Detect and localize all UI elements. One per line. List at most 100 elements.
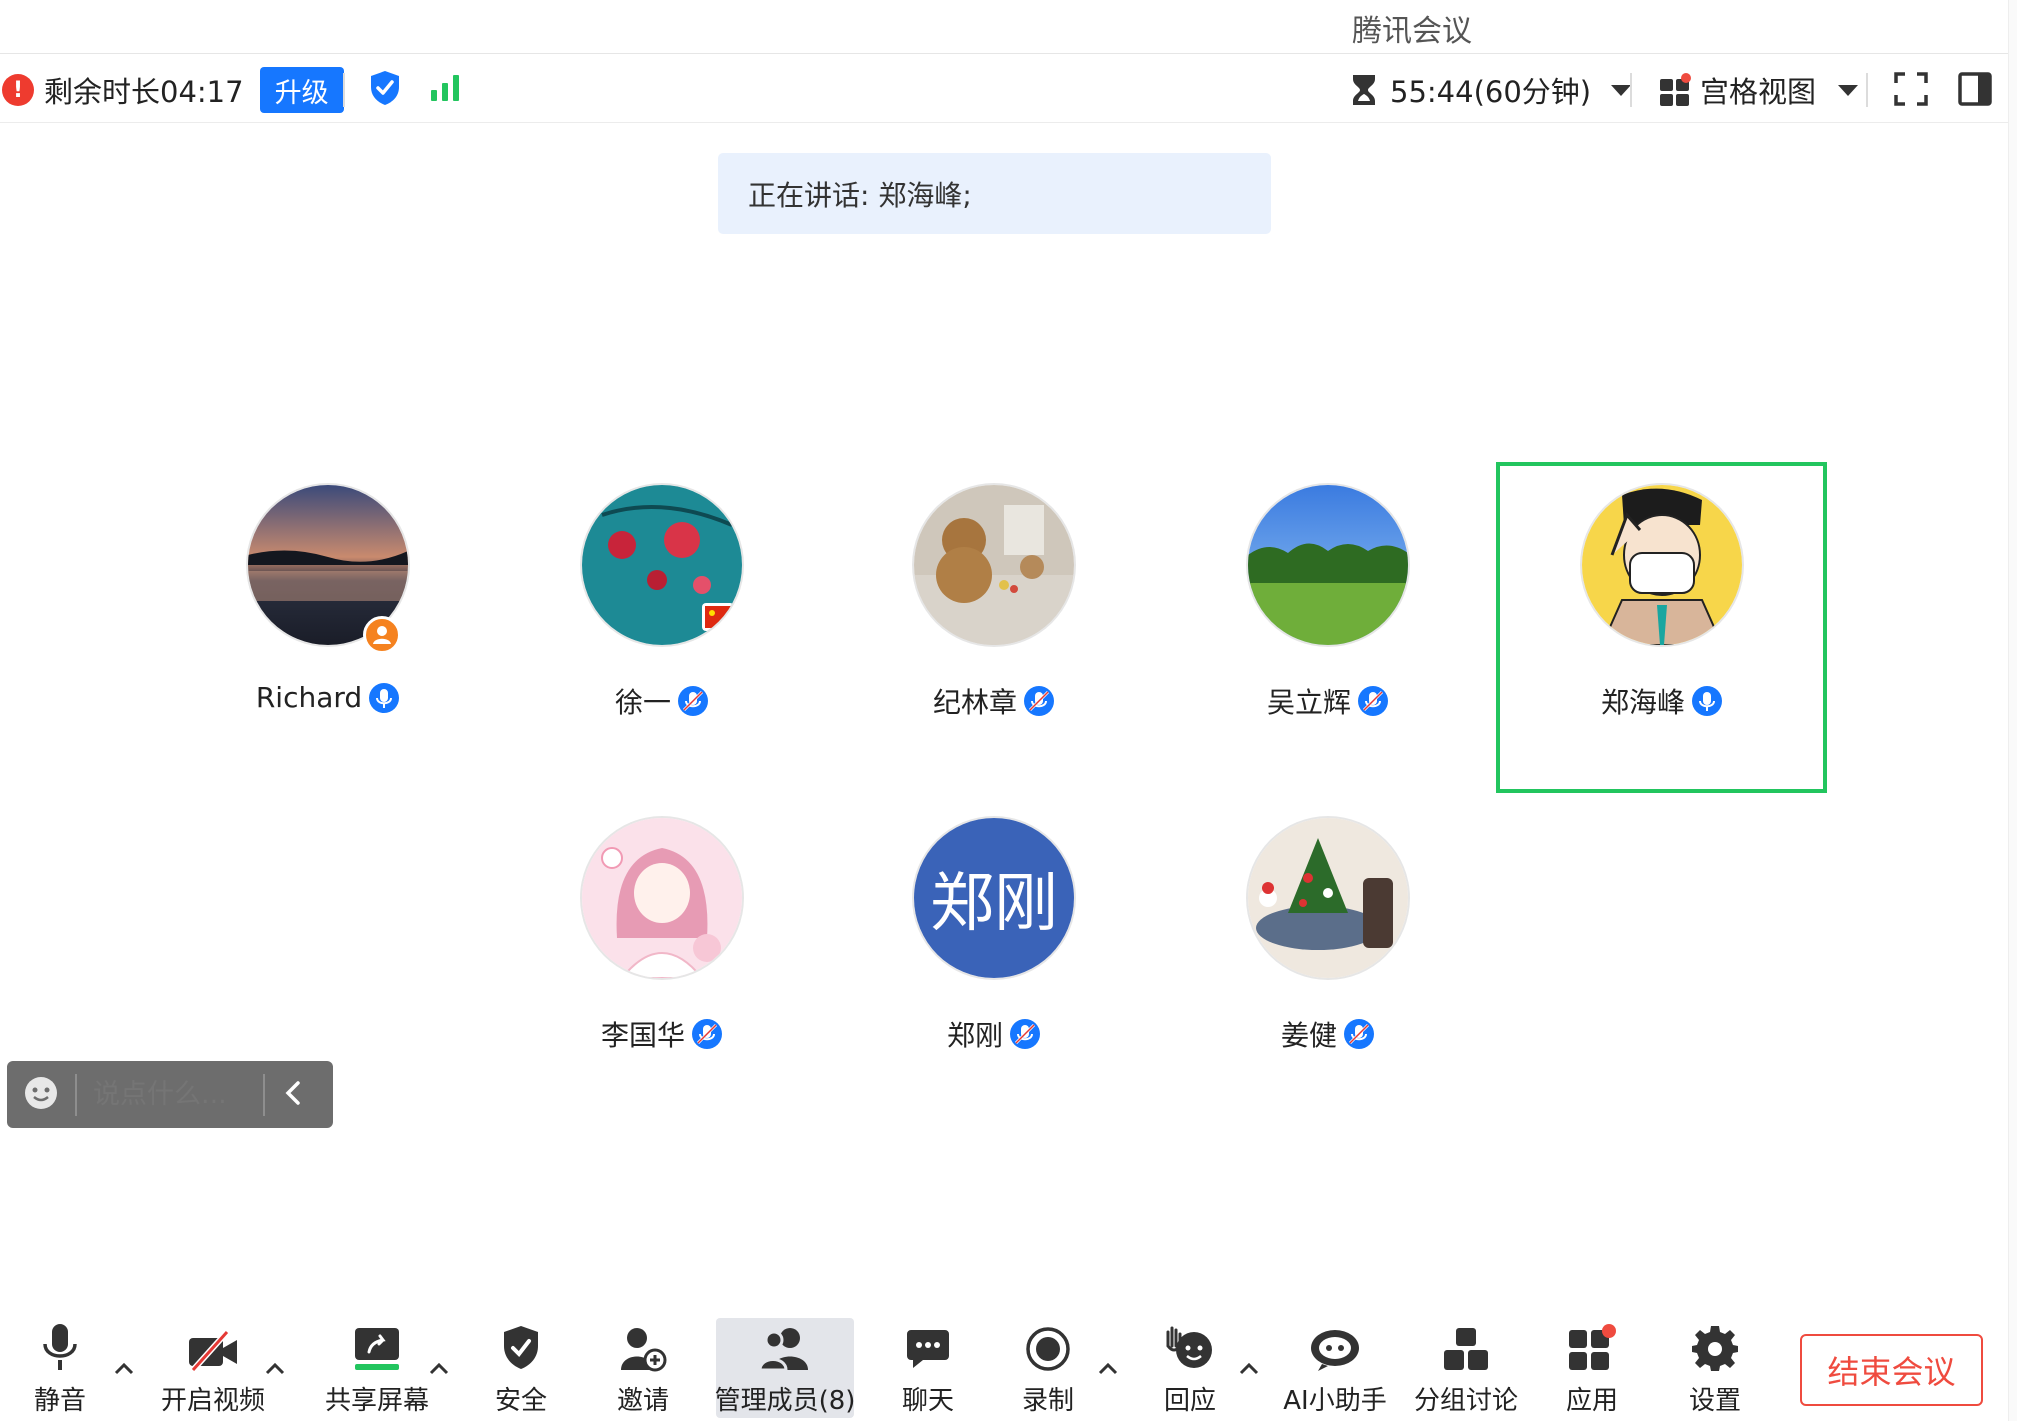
upgrade-button[interactable]: 升级 [259, 67, 344, 113]
meeting-timer[interactable]: 55:44(60分钟) [1350, 67, 1632, 113]
ai-assistant-button[interactable]: AI小助手 [1283, 1318, 1387, 1418]
breakout-rooms-icon [1442, 1318, 1490, 1372]
host-badge-icon [363, 616, 401, 654]
apps-label: 应用 [1565, 1386, 1618, 1416]
apps-button[interactable]: 应用 [1561, 1318, 1623, 1418]
divider [75, 1073, 77, 1116]
video-label: 开启视频 [160, 1386, 265, 1416]
remaining-time-text: 剩余时长04:17 [44, 75, 244, 109]
apps-grid-icon [1567, 1318, 1617, 1372]
meeting-toolbar: ! 剩余时长04:17 升级 55:44(60分钟) 宫格视图 [0, 55, 2017, 123]
chat-bubble-icon [905, 1318, 951, 1372]
react-label: 回应 [1163, 1386, 1216, 1416]
view-mode-dropdown[interactable]: 宫格视图 [1658, 67, 1859, 113]
divider [1866, 73, 1868, 107]
microphone-icon [40, 1318, 80, 1372]
participant-tile[interactable]: 徐一 [497, 463, 827, 793]
mute-label: 静音 [33, 1386, 86, 1416]
app-title: 腾讯会议 [1352, 14, 1472, 49]
chevron-up-icon[interactable] [1238, 1360, 1260, 1376]
breakout-rooms-button[interactable]: 分组讨论 [1414, 1318, 1518, 1418]
chevron-up-icon[interactable] [264, 1360, 286, 1376]
participant-tile[interactable]: 李国华 [497, 796, 827, 1126]
ai-label: AI小助手 [1283, 1386, 1387, 1416]
participant-name: 姜健 [1280, 1019, 1337, 1052]
start-video-button[interactable]: 开启视频 [158, 1318, 268, 1418]
timer-text: 55:44(60分钟) [1390, 75, 1592, 109]
divider [1630, 73, 1632, 107]
participant-tile[interactable]: 纪林章 [829, 463, 1159, 793]
share-label: 共享屏幕 [324, 1386, 429, 1416]
chat-button[interactable]: 聊天 [897, 1318, 959, 1418]
mic-muted-icon [1024, 686, 1054, 716]
mic-active-icon [369, 682, 400, 713]
settings-label: 设置 [1688, 1386, 1741, 1416]
chevron-down-icon [1611, 84, 1632, 96]
chat-input[interactable] [93, 1079, 263, 1110]
mic-active-icon [1692, 686, 1722, 716]
manage-members-button[interactable]: 管理成员(8) [714, 1318, 856, 1418]
title-bar: 腾讯会议 [0, 0, 2017, 54]
record-icon [1025, 1318, 1071, 1372]
shield-icon [501, 1318, 541, 1372]
security-button[interactable]: 安全 [490, 1318, 552, 1418]
participant-tile[interactable]: Richard [163, 463, 493, 793]
participant-name: 郑刚 [946, 1019, 1003, 1052]
chevron-up-icon[interactable] [428, 1360, 450, 1376]
end-meeting-button[interactable]: 结束会议 [1800, 1334, 1983, 1406]
mic-muted-icon [678, 686, 708, 716]
avatar [914, 485, 1074, 645]
sidebar-toggle-icon[interactable] [1957, 71, 1993, 111]
video-off-icon [187, 1318, 239, 1372]
ai-assistant-icon [1308, 1318, 1362, 1372]
hand-emoji-icon [1164, 1318, 1216, 1372]
chevron-down-icon [1838, 84, 1859, 96]
gear-icon [1691, 1318, 1739, 1372]
chevron-up-icon[interactable] [1097, 1360, 1119, 1376]
chevron-left-icon[interactable] [283, 1079, 305, 1111]
chevron-up-icon[interactable] [113, 1360, 135, 1376]
participant-name: 李国华 [600, 1019, 685, 1052]
participant-name: Richard [255, 681, 363, 714]
react-button[interactable]: 回应 [1159, 1318, 1221, 1418]
mic-muted-icon [692, 1019, 722, 1049]
participant-name: 纪林章 [932, 686, 1017, 719]
members-icon [758, 1318, 812, 1372]
avatar [582, 485, 742, 645]
participant-name: 徐一 [614, 686, 671, 719]
window-edge [2008, 0, 2017, 1421]
invite-label: 邀请 [616, 1386, 669, 1416]
mic-muted-icon [1358, 686, 1388, 716]
info-icon: ! [2, 74, 34, 106]
invite-button[interactable]: 邀请 [612, 1318, 674, 1418]
network-signal-icon[interactable] [430, 73, 462, 107]
share-screen-button[interactable]: 共享屏幕 [322, 1318, 432, 1418]
members-label: 管理成员(8) [714, 1386, 856, 1416]
avatar: 郑刚 [914, 818, 1074, 978]
breakout-label: 分组讨论 [1414, 1386, 1519, 1416]
settings-button[interactable]: 设置 [1684, 1318, 1746, 1418]
divider [263, 1073, 265, 1116]
chat-label: 聊天 [901, 1386, 954, 1416]
mic-muted-icon [1010, 1019, 1040, 1049]
record-button[interactable]: 录制 [1017, 1318, 1079, 1418]
mute-button[interactable]: 静音 [28, 1318, 92, 1418]
participant-tile[interactable]: 吴立辉 [1163, 463, 1493, 793]
participant-tile[interactable]: 郑刚 郑刚 [829, 796, 1159, 1126]
participant-tile[interactable]: 姜健 [1163, 796, 1493, 1126]
security-label: 安全 [494, 1386, 547, 1416]
speaking-indicator: 正在讲话: 郑海峰; [718, 153, 1271, 234]
participant-tile[interactable]: 郑海峰 [1497, 463, 1827, 793]
fullscreen-icon[interactable] [1893, 71, 1929, 111]
view-mode-label: 宫格视图 [1700, 75, 1817, 109]
remaining-time-group: ! 剩余时长04:17 升级 [0, 67, 344, 113]
avatar [1248, 485, 1408, 645]
participant-name: 吴立辉 [1266, 686, 1351, 719]
avatar [1582, 485, 1742, 645]
share-screen-icon [353, 1318, 401, 1372]
add-user-icon [619, 1318, 667, 1372]
hourglass-icon [1353, 75, 1375, 105]
avatar-initials: 郑刚 [914, 818, 1074, 978]
meeting-security-shield-icon[interactable] [368, 69, 402, 111]
emoji-icon[interactable] [23, 1075, 59, 1115]
